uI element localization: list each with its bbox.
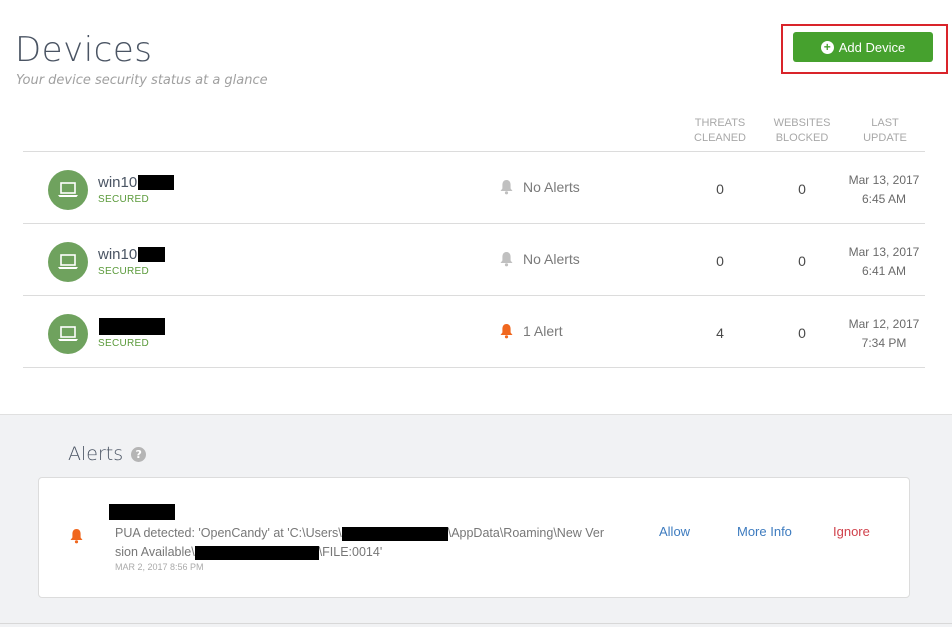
device-row[interactable]: SECURED 1 Alert 4 0 Mar 12, 2017 7:34 PM — [23, 296, 925, 368]
websites-blocked: 0 — [798, 181, 806, 197]
alert-card: PUA detected: 'OpenCandy' at 'C:\Users\ \… — [38, 477, 910, 598]
redacted-block — [194, 545, 319, 560]
websites-blocked: 0 — [798, 253, 806, 269]
alert-message: PUA detected: 'OpenCandy' at 'C:\Users\ \… — [115, 526, 605, 560]
bell-icon — [69, 528, 84, 548]
device-row[interactable]: win10 SECURED No Alerts 0 0 Mar 13, 2017… — [23, 152, 925, 224]
ignore-link[interactable]: Ignore — [833, 524, 870, 539]
device-row[interactable]: win10 SECURED No Alerts 0 0 Mar 13, 2017… — [23, 224, 925, 296]
bell-icon — [500, 180, 513, 195]
last-update: Mar 12, 2017 7:34 PM — [848, 317, 920, 350]
threats-cleaned: 0 — [716, 253, 724, 269]
device-status: SECURED — [98, 266, 149, 277]
device-name: win10 — [98, 246, 166, 263]
column-header-threats: THREATS CLEANED — [694, 117, 746, 144]
add-device-label: Add Device — [838, 39, 906, 55]
redacted-block — [138, 247, 166, 262]
bell-icon — [500, 252, 513, 267]
plus-circle-icon: + — [820, 40, 834, 54]
page-title: Devices — [15, 30, 153, 70]
page-subtitle: Your device security status at a glance — [16, 73, 268, 88]
bell-icon — [500, 324, 513, 339]
device-status: SECURED — [98, 194, 149, 205]
device-name: win10 — [98, 174, 175, 191]
last-update: Mar 13, 2017 6:45 AM — [848, 173, 920, 206]
device-alerts: No Alerts — [499, 179, 580, 195]
device-avatar — [48, 314, 88, 354]
redacted-block — [138, 175, 175, 190]
table-divider — [23, 367, 925, 368]
redacted-device-name — [109, 504, 175, 520]
device-alerts: No Alerts — [499, 251, 580, 267]
websites-blocked: 0 — [798, 325, 806, 341]
device-status: SECURED — [98, 338, 149, 349]
laptop-icon — [58, 182, 78, 197]
last-update: Mar 13, 2017 6:41 AM — [848, 245, 920, 278]
add-device-button[interactable]: + Add Device — [793, 32, 933, 62]
device-name — [98, 318, 165, 335]
threats-cleaned: 4 — [716, 325, 724, 341]
device-alerts[interactable]: 1 Alert — [499, 323, 563, 339]
bottom-divider — [0, 623, 952, 624]
column-header-last-update: LAST UPDATE — [863, 117, 907, 144]
help-icon[interactable]: ? — [131, 446, 147, 462]
alerts-heading: Alerts ? — [68, 443, 147, 465]
redacted-block — [99, 318, 165, 335]
threats-cleaned: 0 — [716, 181, 724, 197]
device-avatar — [48, 242, 88, 282]
laptop-icon — [58, 326, 78, 341]
device-avatar — [48, 170, 88, 210]
alerts-section: Alerts ? PUA detected: 'OpenCandy' at 'C… — [0, 414, 952, 627]
allow-link[interactable]: Allow — [659, 524, 690, 539]
alert-timestamp: MAR 2, 2017 8:56 PM — [115, 562, 204, 572]
column-header-websites: WEBSITES BLOCKED — [773, 117, 831, 144]
laptop-icon — [58, 254, 78, 269]
more-info-link[interactable]: More Info — [737, 524, 792, 539]
redacted-block — [341, 526, 448, 541]
